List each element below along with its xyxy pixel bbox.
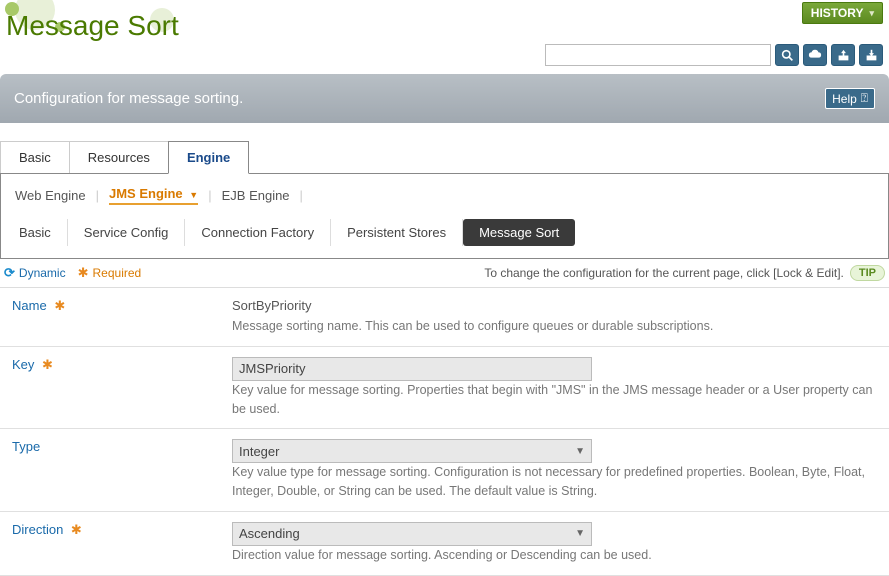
- separator: |: [208, 188, 211, 203]
- asterisk-icon: ✱: [54, 298, 65, 313]
- field-type-label: Type: [12, 439, 40, 454]
- chevron-down-icon: ▼: [575, 528, 585, 539]
- tab-resources[interactable]: Resources: [69, 141, 169, 173]
- direction-select[interactable]: Ascending ▼: [232, 522, 592, 546]
- engine-subtabs: Web Engine | JMS Engine ▼ | EJB Engine |: [15, 186, 874, 205]
- tab-engine[interactable]: Engine: [168, 141, 249, 174]
- tip-text: To change the configuration for the curr…: [484, 266, 844, 280]
- cloud-icon[interactable]: [803, 44, 827, 66]
- tab-basic[interactable]: Basic: [0, 141, 70, 173]
- asterisk-icon: ✱: [42, 357, 53, 372]
- separator: |: [96, 188, 99, 203]
- import-icon[interactable]: [859, 44, 883, 66]
- chevron-down-icon: ▼: [575, 446, 585, 457]
- search-icon[interactable]: [775, 44, 799, 66]
- asterisk-icon: ✱: [78, 265, 89, 281]
- field-key-desc: Key value for message sorting. Propertie…: [232, 381, 877, 419]
- subtab-web-engine[interactable]: Web Engine: [15, 188, 86, 203]
- jms-tab-message-sort[interactable]: Message Sort: [463, 219, 575, 246]
- separator: |: [300, 188, 303, 203]
- field-name-desc: Message sorting name. This can be used t…: [232, 317, 877, 336]
- key-input[interactable]: [232, 357, 592, 381]
- field-name-value: SortByPriority: [232, 298, 877, 313]
- legend-dynamic-label: Dynamic: [19, 266, 66, 280]
- direction-select-value: Ascending: [239, 526, 300, 541]
- field-name-label: Name: [12, 298, 47, 313]
- subtab-jms-engine[interactable]: JMS Engine ▼: [109, 186, 198, 205]
- subtitle-bar: Configuration for message sorting. Help …: [0, 74, 889, 123]
- jms-tab-connection-factory[interactable]: Connection Factory: [185, 219, 331, 246]
- help-icon: ⍰: [861, 91, 868, 106]
- field-type-desc: Key value type for message sorting. Conf…: [232, 463, 877, 501]
- jms-tab-persistent-stores[interactable]: Persistent Stores: [331, 219, 463, 246]
- tip-badge: TIP: [850, 265, 885, 281]
- asterisk-icon: ✱: [71, 522, 82, 537]
- field-direction-label: Direction: [12, 522, 63, 537]
- field-direction-desc: Direction value for message sorting. Asc…: [232, 546, 877, 565]
- help-label: Help: [832, 92, 857, 106]
- type-select-value: Integer: [239, 444, 279, 459]
- field-key-label: Key: [12, 357, 34, 372]
- jms-subtabs: Basic Service Config Connection Factory …: [15, 219, 874, 246]
- subtab-jms-label: JMS Engine: [109, 186, 183, 201]
- chevron-down-icon: ▼: [189, 190, 198, 200]
- jms-tab-service-config[interactable]: Service Config: [68, 219, 186, 246]
- history-button[interactable]: HISTORY ▾: [802, 2, 883, 24]
- legend-dynamic: ⟳ Dynamic: [4, 265, 66, 281]
- history-label: HISTORY: [811, 6, 864, 20]
- legend-required: ✱ Required: [78, 265, 142, 281]
- type-select[interactable]: Integer ▼: [232, 439, 592, 463]
- config-form: Name ✱ SortByPriority Message sorting na…: [0, 288, 889, 576]
- refresh-icon: ⟳: [4, 265, 15, 281]
- chevron-down-icon: ▾: [869, 8, 874, 19]
- search-input[interactable]: [545, 44, 771, 66]
- export-icon[interactable]: [831, 44, 855, 66]
- page-title: Message Sort: [0, 2, 179, 52]
- subtab-ejb-engine[interactable]: EJB Engine: [222, 188, 290, 203]
- subtitle-text: Configuration for message sorting.: [14, 90, 243, 107]
- legend-required-label: Required: [93, 266, 142, 280]
- main-tabs: Basic Resources Engine: [0, 141, 889, 174]
- jms-tab-basic[interactable]: Basic: [15, 219, 68, 246]
- help-button[interactable]: Help ⍰: [825, 88, 875, 109]
